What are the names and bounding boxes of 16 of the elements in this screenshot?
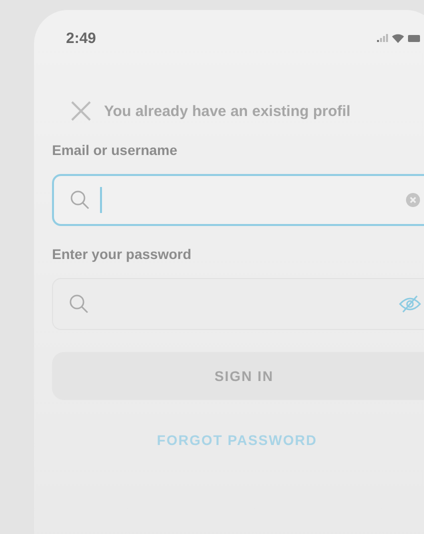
- header-title: You already have an existing profil: [104, 102, 350, 120]
- text-cursor: [100, 187, 102, 213]
- close-icon[interactable]: [70, 100, 92, 122]
- wifi-icon: [392, 34, 404, 42]
- eye-slash-icon[interactable]: [399, 295, 421, 313]
- field-label: Enter your password: [52, 246, 192, 262]
- search-icon: [69, 294, 89, 314]
- field-label: Email or username: [52, 142, 178, 158]
- clear-icon[interactable]: [406, 193, 420, 207]
- password-field[interactable]: [52, 278, 424, 330]
- signal-icon: [377, 34, 388, 42]
- input-field[interactable]: [52, 174, 424, 226]
- status-time: 2:49: [66, 30, 96, 46]
- forgot-password-link[interactable]: FORGOT PASSWORD: [156, 432, 318, 448]
- battery-icon: [408, 34, 420, 42]
- search-icon: [70, 190, 90, 210]
